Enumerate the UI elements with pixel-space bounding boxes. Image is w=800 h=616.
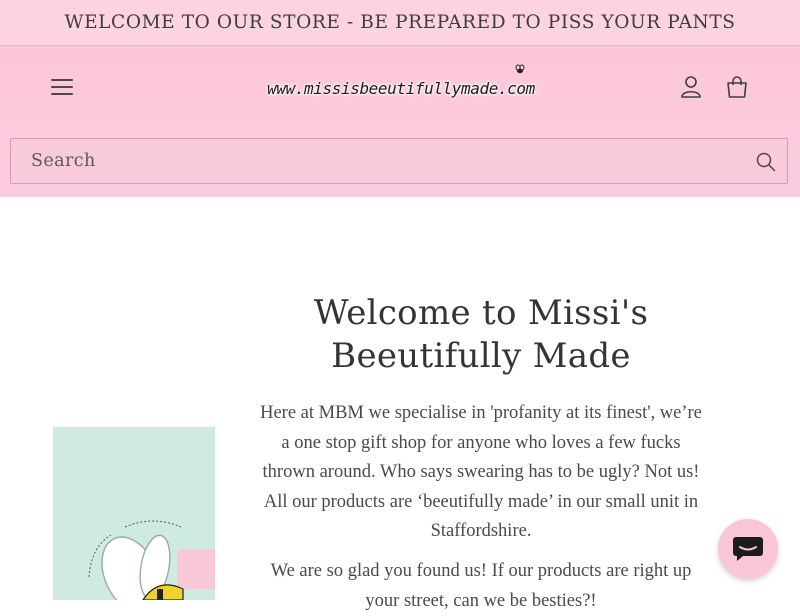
hamburger-menu-icon-line xyxy=(51,86,73,88)
search-icon xyxy=(756,152,776,172)
page-title: Welcome to Missi's Beeutifully Made xyxy=(313,293,649,376)
announcement-bar: WELCOME TO OUR STORE - BE PREPARED TO PI… xyxy=(0,0,800,46)
menu-button[interactable] xyxy=(51,76,75,98)
bag-icon xyxy=(727,76,747,98)
chat-button[interactable] xyxy=(718,519,778,579)
site-logo[interactable]: www.missisbeeutifullymade.com xyxy=(267,60,535,116)
chat-icon xyxy=(733,537,763,561)
product-image[interactable] xyxy=(53,427,215,600)
bee-icon xyxy=(515,64,525,74)
hamburger-menu-icon-line xyxy=(51,93,73,95)
search-button[interactable] xyxy=(755,151,777,173)
cart-button[interactable] xyxy=(724,74,750,100)
search-input[interactable] xyxy=(31,139,731,183)
account-button[interactable] xyxy=(678,74,704,100)
logo-text: www.missisbeeutifullymade.com xyxy=(267,78,535,98)
site-header: www.missisbeeutifullymade.com xyxy=(0,46,800,197)
intro-paragraph: Here at MBM we specialise in 'profanity … xyxy=(260,403,702,541)
user-icon xyxy=(681,76,701,98)
hamburger-menu-icon xyxy=(51,79,73,81)
welcome-paragraph: We are so glad you found us! If our prod… xyxy=(270,561,692,611)
announcement-text: WELCOME TO OUR STORE - BE PREPARED TO PI… xyxy=(64,12,736,33)
search-bar xyxy=(10,138,788,184)
bee-card-illustration xyxy=(88,520,215,600)
